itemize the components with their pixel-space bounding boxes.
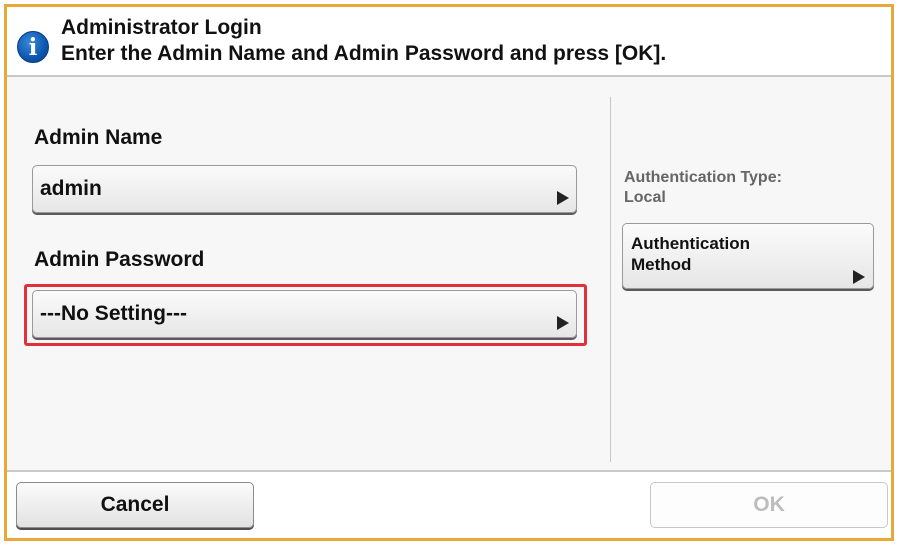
triangle-right-icon xyxy=(853,270,865,284)
admin-name-field[interactable]: admin xyxy=(32,165,577,213)
dialog-footer: Cancel OK xyxy=(7,470,891,538)
authentication-type-caption: Authentication Type: xyxy=(624,169,782,186)
info-icon: i xyxy=(17,31,49,63)
authentication-type-value: Local xyxy=(624,189,666,206)
authentication-method-label: Authentication Method xyxy=(631,233,750,275)
triangle-right-icon xyxy=(557,316,569,330)
admin-name-value: admin xyxy=(40,177,102,200)
authentication-method-button[interactable]: Authentication Method xyxy=(622,223,874,289)
authentication-type-label: Authentication Type: Local xyxy=(624,168,782,208)
admin-password-value: ---No Setting--- xyxy=(40,302,187,325)
dialog-title: Administrator Login xyxy=(61,16,262,39)
cancel-button[interactable]: Cancel xyxy=(16,482,254,528)
admin-name-label: Admin Name xyxy=(34,126,163,149)
authentication-method-line1: Authentication xyxy=(631,234,750,253)
dialog-instructions: Enter the Admin Name and Admin Password … xyxy=(61,42,667,65)
ok-button[interactable]: OK xyxy=(650,482,888,528)
admin-password-field[interactable]: ---No Setting--- xyxy=(32,290,577,338)
admin-login-dialog: i Administrator Login Enter the Admin Na… xyxy=(4,4,894,541)
authentication-method-line2: Method xyxy=(631,255,692,274)
triangle-right-icon xyxy=(557,191,569,205)
vertical-divider xyxy=(610,97,611,462)
dialog-content: Admin Name admin Admin Password ---No Se… xyxy=(7,77,891,470)
admin-password-label: Admin Password xyxy=(34,248,205,271)
dialog-header: i Administrator Login Enter the Admin Na… xyxy=(7,7,891,77)
